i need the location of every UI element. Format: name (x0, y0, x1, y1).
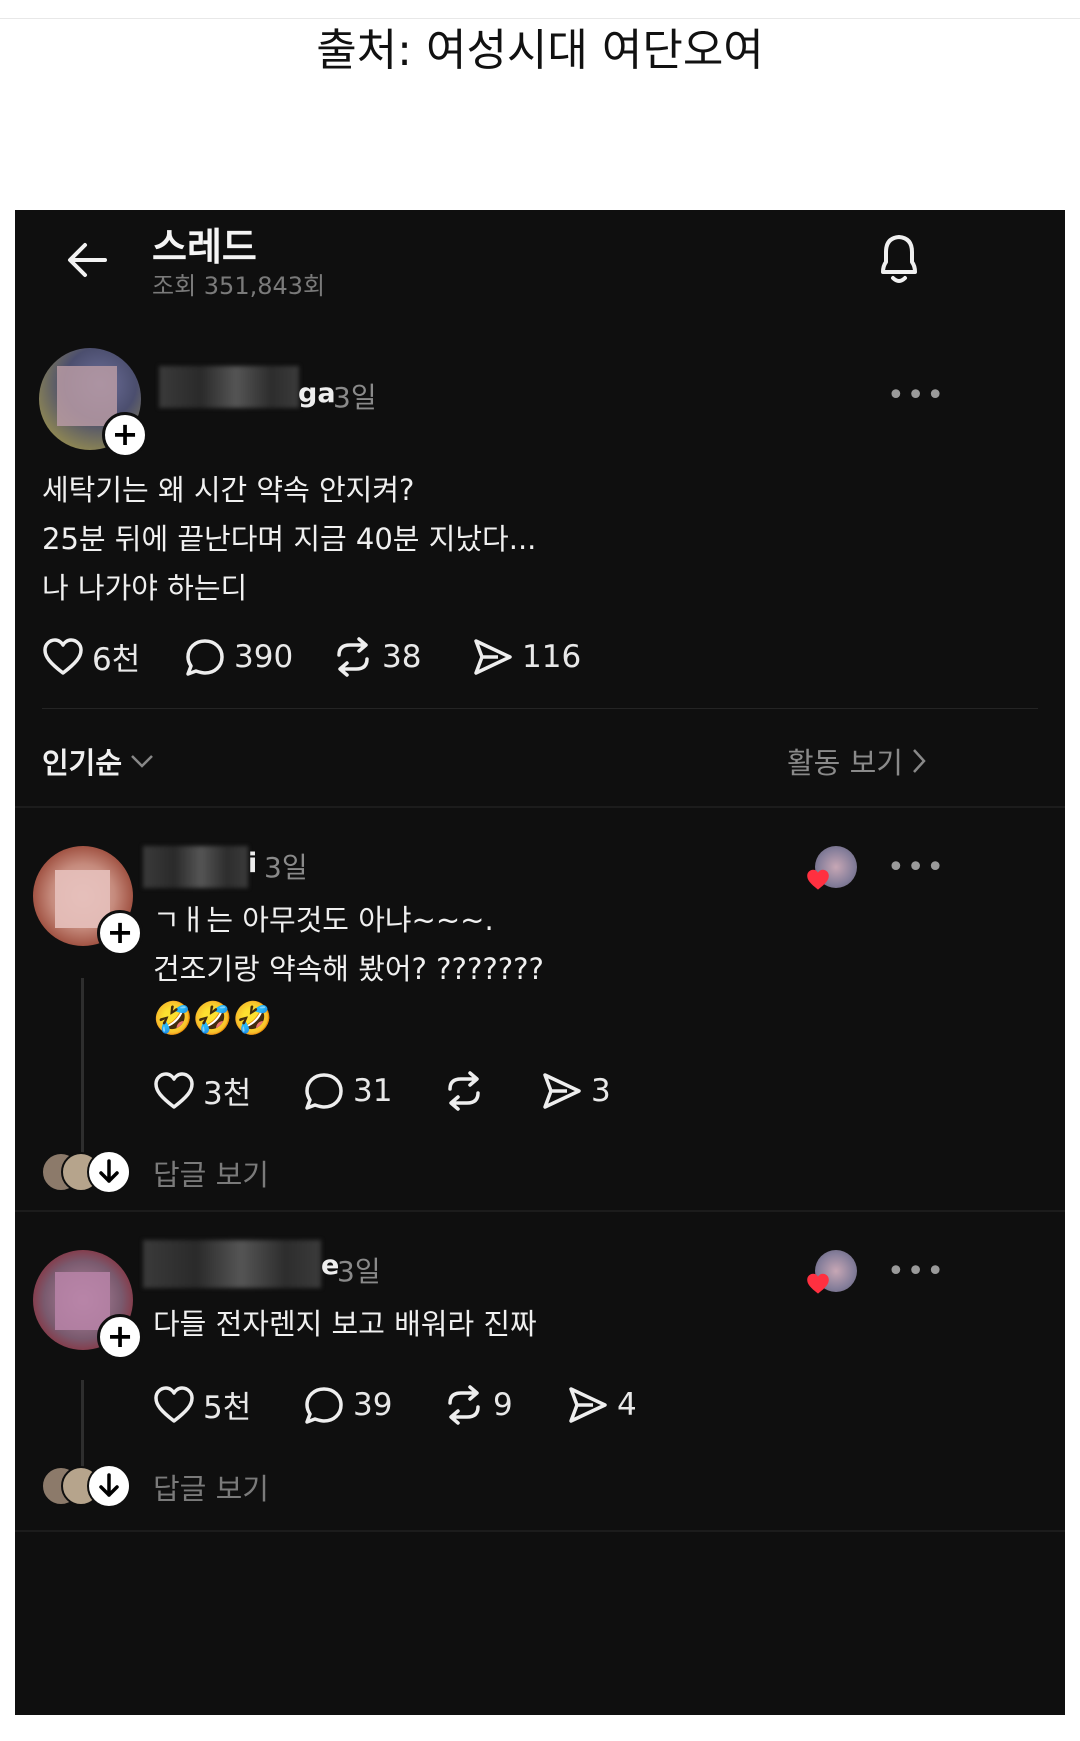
reply-actions: 5천 39 9 4 (153, 1382, 637, 1427)
view-count: 조회 351,843회 (152, 272, 326, 300)
like-count: 5천 (203, 1390, 252, 1426)
like-count: 3천 (203, 1076, 252, 1112)
activity-label: 활동 보기 (787, 746, 903, 780)
comment-count: 31 (353, 1072, 393, 1109)
threads-screenshot: 스레드 조회 351,843회 + ga 3일 ••• 세탁기는 왜 시간 약속… (15, 210, 1065, 1715)
username-suffix[interactable]: ga (298, 378, 336, 409)
reply-line: 다들 전자렌지 보고 배워라 진짜 (153, 1307, 537, 1341)
comment-bubble-icon[interactable] (184, 637, 226, 677)
post-line: 25분 뒤에 끝난다며 지금 40분 지났다... (42, 522, 537, 556)
share-count: 116 (522, 638, 582, 675)
heart-icon (805, 1272, 831, 1296)
bell-icon[interactable] (873, 230, 925, 288)
send-icon[interactable] (541, 1071, 583, 1111)
more-dots-icon[interactable]: ••• (887, 850, 946, 885)
reply-time: 3일 (337, 1255, 381, 1288)
reply-body: ㄱㅐ는 아무것도 아냐~~~. 건조기랑 약속해 봤어? ??????? 🤣🤣🤣 (153, 896, 544, 1043)
arrow-down-icon (87, 1150, 131, 1194)
repost-icon[interactable] (443, 1070, 485, 1111)
sort-label: 인기순 (42, 746, 123, 780)
repost-icon[interactable] (443, 1384, 485, 1425)
activity-link[interactable]: 활동 보기 (787, 740, 927, 782)
more-dots-icon[interactable]: ••• (887, 1254, 946, 1289)
emoji-line: 🤣🤣🤣 (153, 999, 273, 1037)
source-caption: 출처: 여성시대 여단오여 (316, 25, 764, 76)
comment-count: 390 (234, 638, 294, 675)
view-replies-link[interactable]: 답글 보기 (153, 1152, 269, 1194)
arrow-left-icon[interactable] (65, 238, 109, 282)
repost-count: 38 (382, 638, 422, 675)
repost-count: 9 (493, 1386, 513, 1423)
replier-avatars[interactable] (41, 1464, 151, 1508)
like-count: 6천 (92, 642, 141, 678)
page-title: 스레드 (152, 225, 257, 269)
comment-bubble-icon[interactable] (303, 1385, 345, 1425)
reply-body: 다들 전자렌지 보고 배워라 진짜 (153, 1300, 537, 1349)
post-line: 나 나가야 하는디 (42, 571, 248, 605)
reply-line: ㄱㅐ는 아무것도 아냐~~~. (153, 903, 494, 937)
comment-count: 39 (353, 1386, 393, 1423)
view-replies-link[interactable]: 답글 보기 (153, 1466, 269, 1508)
divider (15, 1530, 1065, 1532)
heart-icon[interactable] (153, 1385, 195, 1425)
heart-icon[interactable] (42, 637, 84, 677)
divider (15, 806, 1065, 808)
blurred-username (143, 1240, 321, 1288)
divider (15, 1210, 1065, 1212)
blurred-username (143, 846, 248, 888)
post-body: 세탁기는 왜 시간 약속 안지켜? 25분 뒤에 끝난다며 지금 40분 지났다… (42, 466, 536, 613)
comment-bubble-icon[interactable] (303, 1071, 345, 1111)
follow-plus-icon[interactable]: + (97, 910, 143, 956)
post-line: 세탁기는 왜 시간 약속 안지켜? (42, 473, 415, 507)
reply-line: 건조기랑 약속해 봤어? ??????? (153, 952, 544, 986)
sort-dropdown[interactable]: 인기순 (42, 740, 154, 782)
share-count: 3 (591, 1072, 611, 1109)
thread-line (81, 978, 84, 1164)
post-actions: 6천 390 38 116 (42, 634, 581, 679)
chevron-right-icon (911, 748, 927, 774)
more-dots-icon[interactable]: ••• (887, 378, 946, 413)
send-icon[interactable] (472, 637, 514, 677)
post-time: 3일 (333, 381, 377, 414)
heart-icon[interactable] (153, 1071, 195, 1111)
blurred-username (159, 366, 299, 408)
repost-icon[interactable] (332, 636, 374, 677)
username-suffix[interactable]: i (248, 848, 257, 879)
share-count: 4 (617, 1386, 637, 1423)
arrow-down-icon (87, 1464, 131, 1508)
avatar-pixelation (57, 366, 117, 426)
follow-plus-icon[interactable]: + (102, 412, 148, 458)
replier-avatars[interactable] (41, 1150, 151, 1194)
follow-plus-icon[interactable]: + (97, 1314, 143, 1360)
send-icon[interactable] (567, 1385, 609, 1425)
reply-time: 3일 (264, 851, 308, 884)
chevron-down-icon (130, 753, 154, 769)
heart-icon (805, 868, 831, 892)
divider (42, 708, 1038, 709)
reply-actions: 3천 31 3 (153, 1068, 611, 1113)
